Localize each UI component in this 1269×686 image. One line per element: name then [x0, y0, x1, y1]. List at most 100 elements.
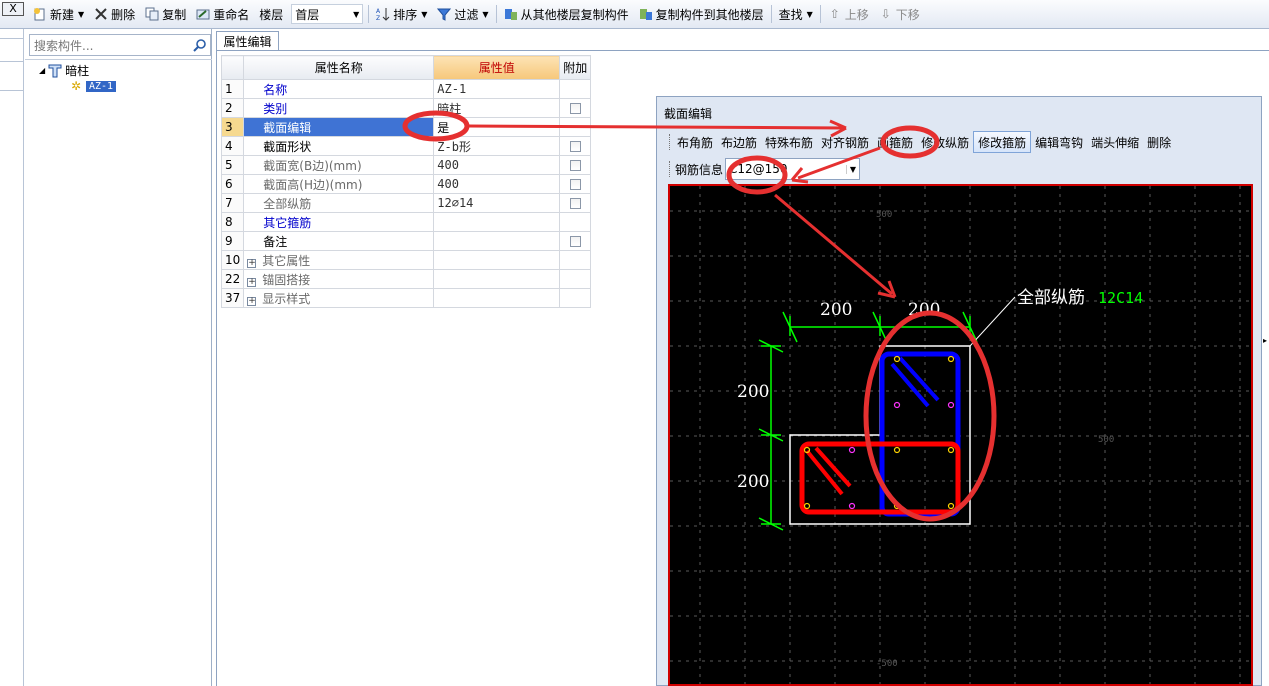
new-button[interactable]: 新建 ▼ [28, 3, 89, 25]
move-down-button[interactable]: ⇩ 下移 [874, 3, 925, 25]
move-up-button[interactable]: ⇧ 上移 [823, 3, 874, 25]
copy-from-other-floor-button[interactable]: 从其他楼层复制构件 [499, 3, 634, 25]
property-name-cell[interactable]: + 显示样式 [243, 288, 435, 308]
search-icon[interactable] [193, 38, 207, 52]
property-name-cell[interactable]: 截面编辑 [243, 117, 435, 137]
property-row[interactable]: 1 名称 AZ-1 [220, 79, 592, 99]
property-extra-cell[interactable] [559, 212, 592, 232]
floor-select[interactable]: 首层 ▼ [291, 4, 364, 24]
extra-checkbox[interactable] [569, 141, 581, 152]
section-tool-button[interactable]: 对齐钢筋 [817, 131, 873, 153]
property-value[interactable] [433, 231, 561, 251]
property-extra-cell[interactable] [559, 193, 592, 213]
section-tool-button[interactable]: 编辑弯钩 [1031, 131, 1087, 153]
property-row[interactable]: 2 类别 暗柱 [220, 98, 592, 118]
property-value[interactable]: Z-b形 [433, 136, 561, 156]
longitudinal-bar[interactable] [947, 502, 955, 510]
tree-item-az-1[interactable]: ✲ AZ-1 [69, 79, 117, 93]
stirrup-blue-hook[interactable] [890, 356, 940, 408]
section-tool-button[interactable]: 特殊布筋 [761, 131, 817, 153]
filter-button[interactable]: 过滤 ▼ [432, 3, 493, 25]
tree-root-hidden-column[interactable]: ◢ 暗柱 [39, 62, 89, 79]
expand-plus-icon[interactable]: + [247, 296, 257, 306]
property-name-cell[interactable]: 全部纵筋 [243, 193, 435, 213]
property-value[interactable] [433, 250, 561, 270]
property-extra-cell[interactable] [559, 174, 592, 194]
property-name-cell[interactable]: 截面形状 [243, 136, 435, 156]
property-name-cell[interactable]: 其它箍筋 [243, 212, 435, 232]
property-name-cell[interactable]: + 锚固搭接 [243, 269, 435, 289]
property-extra-cell[interactable] [559, 269, 592, 289]
tab-property-editor[interactable]: 属性编辑 [216, 31, 279, 51]
rebar-info-select[interactable]: C12@150 ▼ [725, 158, 861, 180]
extra-checkbox[interactable] [569, 198, 581, 209]
property-extra-cell[interactable] [559, 250, 592, 270]
extra-checkbox[interactable] [569, 236, 581, 247]
property-extra-cell[interactable] [559, 79, 592, 99]
search-input[interactable]: 搜索构件... [29, 34, 211, 56]
property-name-cell[interactable]: 名称 [243, 79, 435, 99]
longitudinal-bar[interactable] [803, 502, 811, 510]
property-value[interactable]: AZ-1 [433, 79, 561, 99]
extra-checkbox[interactable] [569, 179, 581, 190]
longitudinal-bar[interactable] [893, 502, 901, 510]
property-value[interactable]: 400 [433, 155, 561, 175]
copy-to-other-floor-button[interactable]: 复制构件到其他楼层 [634, 3, 769, 25]
section-drawing-svg[interactable]: 500 500 -500 200 200 200 200 全部纵筋 12C14 [670, 186, 1251, 684]
section-tool-button[interactable]: 删除 [1143, 131, 1175, 153]
property-row[interactable]: 10 + 其它属性 [220, 250, 592, 270]
property-row[interactable]: 22 + 锚固搭接 [220, 269, 592, 289]
longitudinal-bar[interactable] [848, 446, 856, 454]
sort-button[interactable]: AZ 排序 ▼ [371, 3, 432, 25]
property-extra-cell[interactable] [559, 98, 592, 118]
property-value[interactable]: 400 [433, 174, 561, 194]
property-value[interactable]: 12⌀14 [433, 193, 561, 213]
property-name-cell[interactable]: 类别 [243, 98, 435, 118]
longitudinal-bar[interactable] [893, 401, 901, 409]
expand-plus-icon[interactable]: + [247, 258, 257, 268]
section-tool-button[interactable]: 端头伸缩 [1087, 131, 1143, 153]
property-value[interactable]: 是 [433, 117, 561, 137]
delete-button[interactable]: 删除 [89, 3, 140, 25]
property-extra-cell[interactable] [559, 288, 592, 308]
longitudinal-bar[interactable] [947, 446, 955, 454]
property-extra-cell[interactable] [559, 117, 592, 137]
find-button[interactable]: 查找 ▼ [774, 3, 818, 25]
extra-checkbox[interactable] [569, 103, 581, 114]
property-name-cell[interactable]: 截面高(H边)(mm) [243, 174, 435, 194]
property-value[interactable]: 暗柱 [433, 98, 561, 118]
longitudinal-bar[interactable] [947, 401, 955, 409]
collapse-triangle-icon[interactable]: ◢ [39, 66, 45, 75]
property-name-cell[interactable]: 备注 [243, 231, 435, 251]
longitudinal-bar[interactable] [947, 355, 955, 363]
property-row[interactable]: 37 + 显示样式 [220, 288, 592, 308]
close-button[interactable]: X [2, 2, 24, 16]
property-row[interactable]: 3 截面编辑 是 [220, 117, 592, 137]
property-extra-cell[interactable] [559, 231, 592, 251]
property-row[interactable]: 7 全部纵筋 12⌀14 [220, 193, 592, 213]
rename-button[interactable]: 重命名 [191, 3, 254, 25]
stirrup-red-hook[interactable] [805, 446, 852, 496]
property-name-cell[interactable]: 截面宽(B边)(mm) [243, 155, 435, 175]
property-row[interactable]: 5 截面宽(B边)(mm) 400 [220, 155, 592, 175]
section-tool-button[interactable]: 布边筋 [717, 131, 761, 153]
property-row[interactable]: 4 截面形状 Z-b形 [220, 136, 592, 156]
section-tool-button[interactable]: 布角筋 [673, 131, 717, 153]
copy-button[interactable]: 复制 [140, 3, 191, 25]
section-tool-button[interactable]: 修改箍筋 [973, 131, 1032, 153]
property-value[interactable] [433, 212, 561, 232]
property-extra-cell[interactable] [559, 136, 592, 156]
section-tool-button[interactable]: 修改纵筋 [917, 131, 973, 153]
property-name-cell[interactable]: + 其它属性 [243, 250, 435, 270]
property-value[interactable] [433, 288, 561, 308]
property-row[interactable]: 9 备注 [220, 231, 592, 251]
property-row[interactable]: 8 其它箍筋 [220, 212, 592, 232]
section-tool-button[interactable]: 画箍筋 [873, 131, 917, 153]
property-extra-cell[interactable] [559, 155, 592, 175]
property-row[interactable]: 6 截面高(H边)(mm) 400 [220, 174, 592, 194]
extra-checkbox[interactable] [569, 160, 581, 171]
expand-plus-icon[interactable]: + [247, 277, 257, 287]
longitudinal-bar[interactable] [893, 355, 901, 363]
scroll-indicator-icon[interactable]: ▸ [1263, 336, 1269, 345]
longitudinal-bar[interactable] [893, 446, 901, 454]
